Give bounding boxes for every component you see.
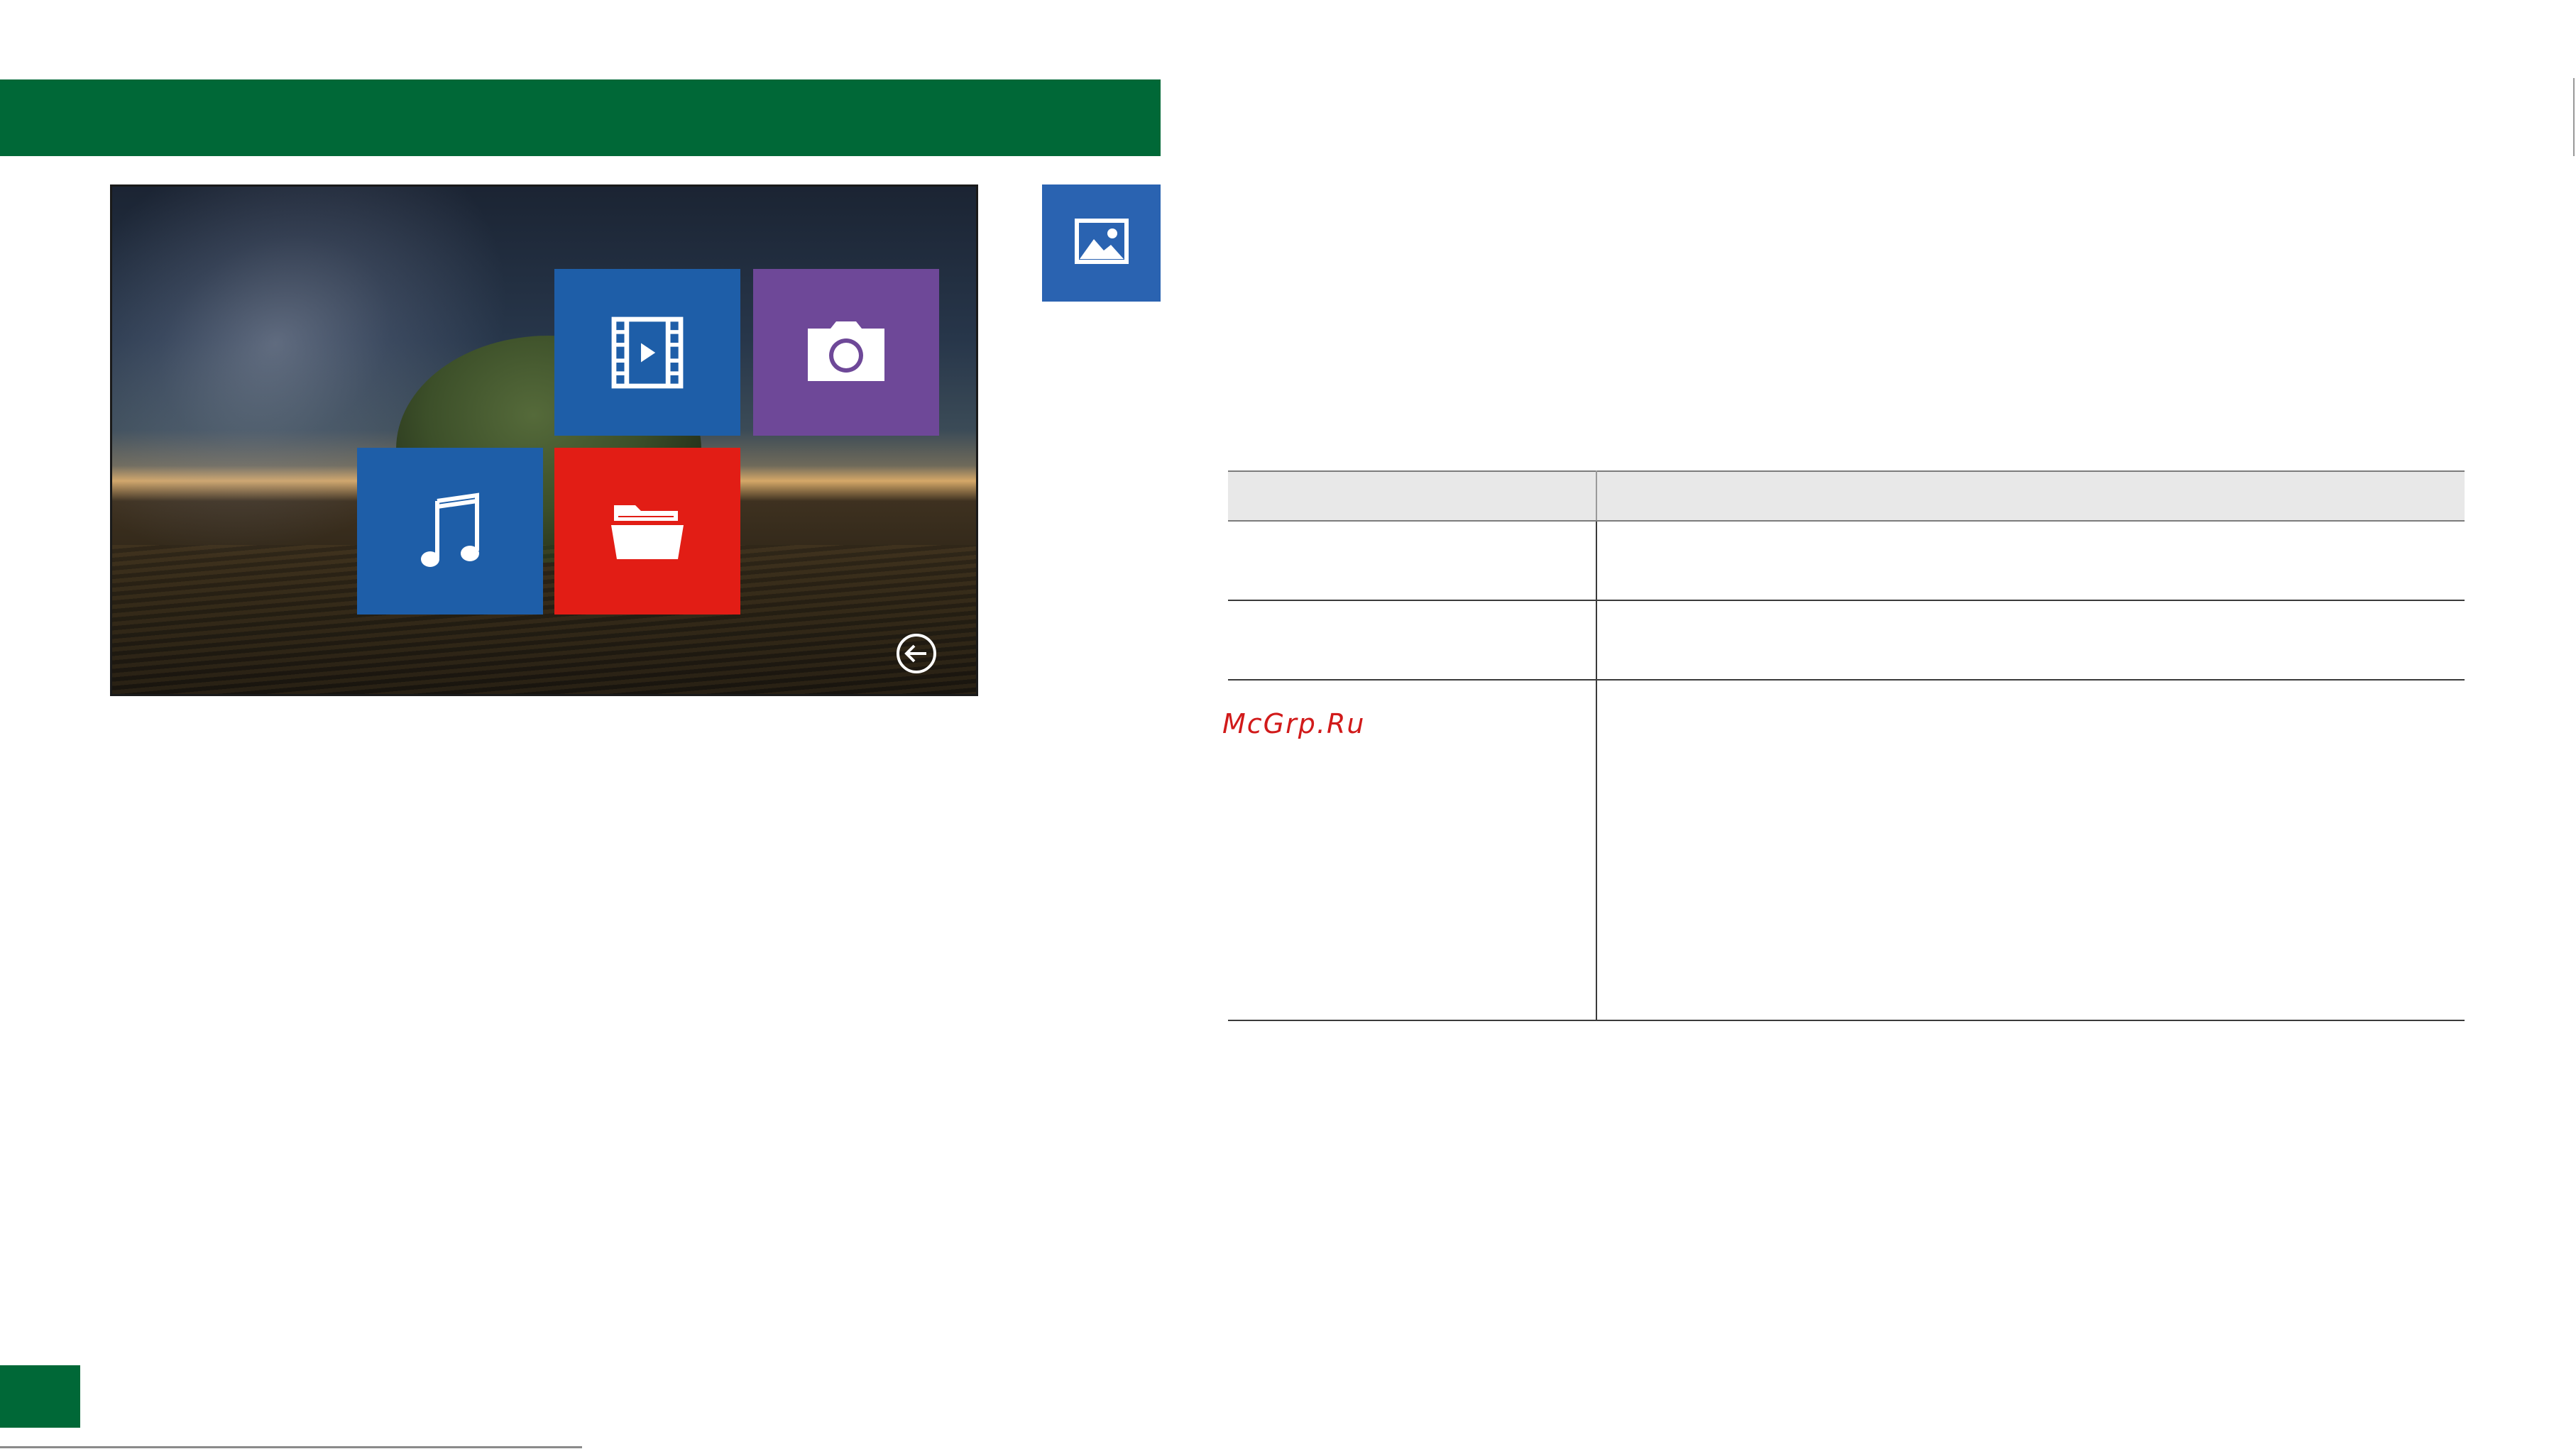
back-button[interactable]	[895, 632, 938, 675]
field-background	[112, 545, 976, 694]
table-row	[1228, 600, 2465, 681]
table-row	[1228, 680, 2465, 1021]
music-note-icon	[416, 492, 484, 571]
table-cell	[1596, 521, 2465, 601]
camera-icon	[804, 319, 889, 387]
table-row	[1228, 521, 2465, 601]
section-header-bar	[0, 79, 1161, 156]
image-gallery-icon	[1074, 218, 1129, 268]
device-screen-preview	[110, 184, 978, 696]
music-tile[interactable]	[357, 448, 543, 615]
watermark-text: McGrp.Ru	[1222, 708, 1366, 739]
table-cell	[1596, 680, 2465, 1021]
folder-tile[interactable]	[554, 448, 740, 615]
table-header-cell	[1596, 470, 2465, 522]
video-tile[interactable]	[554, 269, 740, 436]
table-cell	[1228, 600, 1597, 681]
table-cell	[1228, 521, 1597, 601]
table-cell	[1596, 600, 2465, 681]
gallery-section-icon	[1042, 184, 1161, 302]
folder-open-icon	[608, 500, 686, 563]
table-header-cell	[1228, 470, 1597, 522]
footer-rule	[0, 1446, 582, 1448]
page-number-block	[0, 1365, 80, 1428]
video-film-icon	[608, 313, 687, 392]
edge-mark	[2573, 78, 2575, 156]
description-table	[1228, 470, 2465, 1021]
camera-tile[interactable]	[753, 269, 939, 436]
back-arrow-circle-icon	[895, 634, 938, 678]
